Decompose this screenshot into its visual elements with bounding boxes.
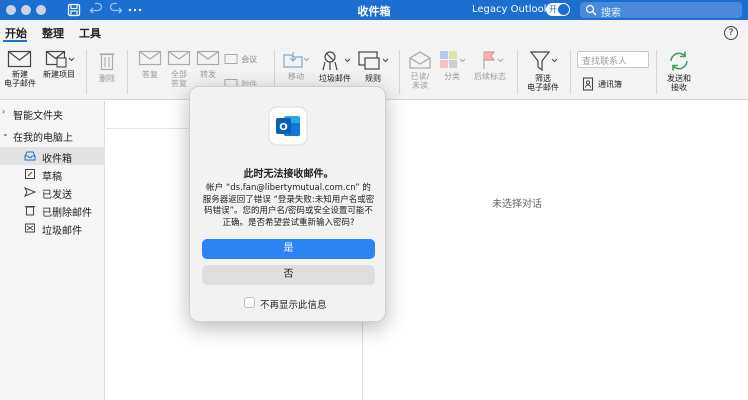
forward-icon xyxy=(196,50,220,66)
sidebar-item-label: 已删除邮件 xyxy=(42,208,92,219)
categorize-label: 分类 xyxy=(444,72,460,81)
forward-button[interactable]: 转发 xyxy=(191,50,225,79)
sidebar-item-junk[interactable]: 垃圾邮件 xyxy=(0,219,105,237)
smart-folders-group[interactable]: › 智能文件夹 xyxy=(0,104,105,122)
no-conversation-text: 未选择对话 xyxy=(492,199,542,210)
reply-icon xyxy=(138,50,162,66)
move-button[interactable]: 移动 xyxy=(279,50,313,81)
rules-button[interactable]: 规则 xyxy=(354,50,392,83)
on-my-computer-label: 在我的电脑上 xyxy=(13,133,73,144)
legacy-outlook-label: Legacy Outlook xyxy=(472,4,550,15)
on-my-computer-group[interactable]: ⌄ 在我的电脑上 xyxy=(0,126,105,144)
new-items-icon xyxy=(45,50,75,68)
draft-pencil-icon xyxy=(25,169,35,179)
follow-up-label: 后续标志 xyxy=(474,72,506,81)
smart-folders-label: 智能文件夹 xyxy=(13,111,63,122)
junk-label: 垃圾邮件 xyxy=(319,74,351,83)
find-contact-input[interactable]: 查找联系人 xyxy=(577,51,649,68)
sidebar-item-sent[interactable]: 已发送 xyxy=(0,183,105,201)
sidebar-item-label: 垃圾邮件 xyxy=(42,226,82,237)
read-unread-button[interactable]: 已读/ 未读 xyxy=(403,50,437,90)
delete-label: 删除 xyxy=(99,74,115,83)
sidebar-item-label: 草稿 xyxy=(42,172,62,183)
new-item-label: 新建项目 xyxy=(43,70,75,79)
delete-button[interactable]: 删除 xyxy=(90,50,124,83)
ribbon-separator xyxy=(127,50,128,94)
junk-button[interactable]: 垃圾邮件 xyxy=(316,50,354,83)
rules-icon xyxy=(358,51,389,70)
move-label: 移动 xyxy=(288,72,304,81)
move-folder-icon xyxy=(283,52,310,68)
dialog-message: 帐户 “ds.fan@libertymutual.com.cn” 的服务器返回了… xyxy=(202,183,375,228)
junk-folder-icon xyxy=(25,223,35,233)
categorize-button[interactable]: 分类 xyxy=(435,50,469,81)
meeting-button[interactable]: 会议 xyxy=(224,53,257,65)
trash-icon xyxy=(99,53,115,71)
folder-sidebar: › 智能文件夹 ⌄ 在我的电脑上 收件箱 草稿 已发送 已删除邮件 垃圾邮件 xyxy=(0,101,105,400)
search-icon xyxy=(585,4,597,16)
filter-email-button[interactable]: 筛选 电子邮件 xyxy=(524,50,562,92)
outlook-logo-icon: O xyxy=(268,106,308,146)
title-bar: 收件箱 Legacy Outlook 开 搜索 xyxy=(0,0,748,20)
address-book-label[interactable]: 通讯簿 xyxy=(598,79,622,90)
dialog-title: 此时无法接收邮件。 xyxy=(243,169,334,180)
receive-error-dialog: O 此时无法接收邮件。 帐户 “ds.fan@libertymutual.com… xyxy=(189,86,386,322)
ribbon-separator xyxy=(517,50,518,94)
filter-funnel-icon xyxy=(529,51,558,72)
find-contact-placeholder: 查找联系人 xyxy=(582,57,628,67)
tab-organize[interactable]: 整理 xyxy=(42,25,64,41)
sidebar-item-label: 收件箱 xyxy=(42,154,72,165)
envelope-icon xyxy=(7,50,32,68)
new-email-label: 新建 电子邮件 xyxy=(4,70,36,88)
sidebar-item-drafts[interactable]: 草稿 xyxy=(0,165,105,183)
reading-pane: 未选择对话 xyxy=(364,101,748,400)
new-item-button[interactable]: 新建项目 xyxy=(40,50,78,79)
reply-all-icon xyxy=(167,50,191,66)
category-grid-icon xyxy=(440,51,466,68)
trash-icon xyxy=(25,206,35,216)
ribbon-separator xyxy=(656,50,657,94)
ribbon-separator xyxy=(399,50,400,94)
read-unread-label: 已读/ 未读 xyxy=(410,72,430,90)
help-button[interactable]: ? xyxy=(724,26,738,40)
ribbon-separator xyxy=(570,50,571,94)
no-button[interactable]: 否 xyxy=(202,265,375,285)
new-email-button[interactable]: 新建 电子邮件 xyxy=(3,50,37,88)
forward-label: 转发 xyxy=(200,70,216,79)
junk-icon xyxy=(322,51,351,71)
address-book-icon[interactable] xyxy=(582,77,594,91)
send-receive-label: 发送和 接收 xyxy=(667,74,691,92)
sidebar-item-label: 已发送 xyxy=(42,190,72,201)
send-receive-button[interactable]: 发送和 接收 xyxy=(661,50,697,92)
active-tab-indicator xyxy=(3,40,27,42)
tab-tools[interactable]: 工具 xyxy=(79,25,101,41)
tab-home[interactable]: 开始 xyxy=(5,25,27,41)
sidebar-item-deleted[interactable]: 已删除邮件 xyxy=(0,201,105,219)
toggle-knob xyxy=(558,4,569,15)
filter-email-label: 筛选 电子邮件 xyxy=(527,74,559,92)
send-icon xyxy=(24,187,36,197)
rules-label: 规则 xyxy=(365,74,381,83)
legacy-outlook-toggle[interactable]: 开 xyxy=(546,3,570,16)
sidebar-item-inbox[interactable]: 收件箱 xyxy=(0,147,105,165)
chevron-down-icon[interactable]: ⌄ xyxy=(2,129,9,138)
yes-button[interactable]: 是 xyxy=(202,239,375,259)
flag-icon xyxy=(483,51,504,69)
search-placeholder: 搜索 xyxy=(601,8,621,19)
dont-show-again-label[interactable]: 不再显示此信息 xyxy=(260,297,327,311)
dont-show-again-checkbox[interactable] xyxy=(244,297,255,308)
sync-icon xyxy=(670,51,688,71)
menu-bar: 开始 整理 工具 xyxy=(0,20,748,44)
follow-up-button[interactable]: 后续标志 xyxy=(471,50,509,81)
svg-text:O: O xyxy=(279,122,288,133)
chevron-right-icon[interactable]: › xyxy=(2,107,5,116)
meeting-label: 会议 xyxy=(241,55,258,64)
calendar-reply-icon xyxy=(224,54,238,64)
ribbon-separator xyxy=(86,50,87,94)
search-input[interactable]: 搜索 xyxy=(580,2,742,19)
inbox-icon xyxy=(24,151,36,161)
toggle-state-label: 开 xyxy=(549,5,557,14)
open-envelope-icon xyxy=(409,51,431,69)
